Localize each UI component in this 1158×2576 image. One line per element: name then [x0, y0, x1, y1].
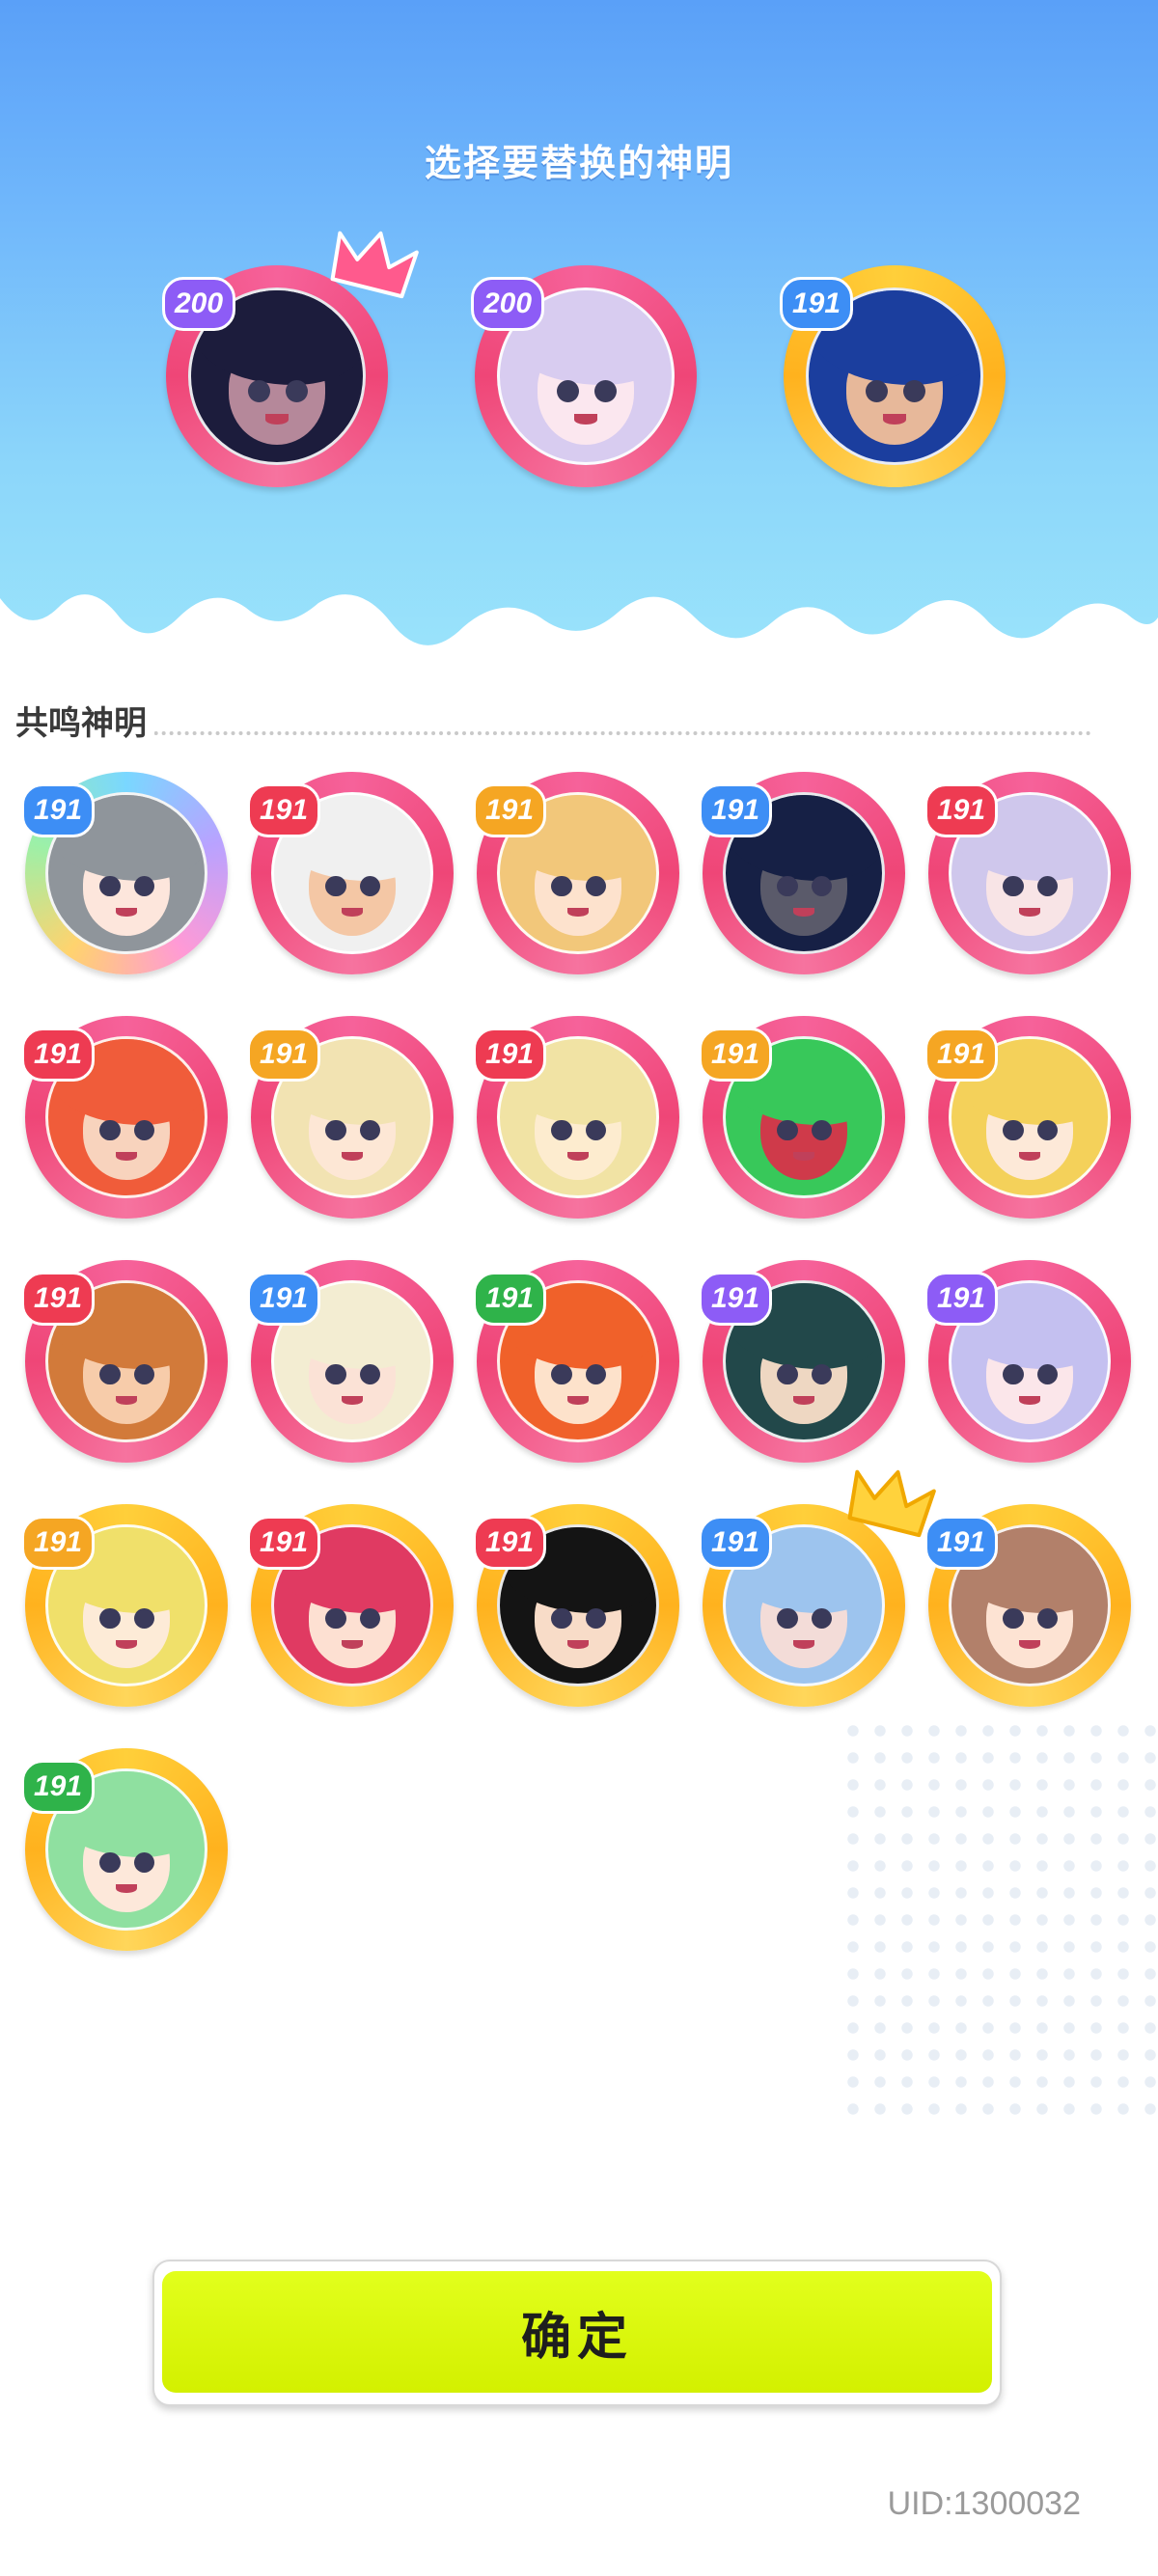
level-badge: 191: [21, 783, 95, 837]
god-avatar[interactable]: 191: [21, 772, 228, 974]
god-avatar[interactable]: 191: [247, 1504, 454, 1707]
god-avatar[interactable]: 200: [471, 265, 697, 487]
god-avatar[interactable]: 191: [247, 772, 454, 974]
god-avatar[interactable]: 191: [473, 1260, 679, 1463]
level-badge: 191: [699, 1028, 772, 1082]
level-badge: 191: [473, 1272, 546, 1326]
confirm-button[interactable]: 确定: [162, 2271, 992, 2393]
god-avatar[interactable]: 191: [699, 1016, 905, 1219]
god-avatar[interactable]: 191: [21, 1260, 228, 1463]
level-badge: 191: [699, 783, 772, 837]
god-avatar[interactable]: 191: [924, 1504, 1131, 1707]
section-title: 共鸣神明: [15, 697, 154, 744]
level-badge: 191: [924, 1028, 998, 1082]
level-badge: 200: [162, 277, 235, 331]
level-badge: 191: [247, 783, 320, 837]
selected-gods-row: 200 200 191: [0, 231, 1158, 535]
god-avatar[interactable]: 191: [473, 1016, 679, 1219]
level-badge: 191: [924, 783, 998, 837]
level-badge: 191: [247, 1272, 320, 1326]
god-avatar[interactable]: 191: [473, 1504, 679, 1707]
level-badge: 191: [699, 1272, 772, 1326]
level-badge: 191: [21, 1028, 95, 1082]
god-avatar[interactable]: 191: [780, 265, 1006, 487]
god-avatar[interactable]: 191: [247, 1016, 454, 1219]
level-badge: 191: [473, 1028, 546, 1082]
level-badge: 191: [247, 1028, 320, 1082]
god-avatar[interactable]: 191: [21, 1748, 228, 1951]
level-badge: 191: [21, 1516, 95, 1570]
section-divider: [15, 731, 1091, 735]
user-id: UID:1300032: [887, 2485, 1081, 2522]
god-avatar[interactable]: 191: [247, 1260, 454, 1463]
god-avatar[interactable]: 200: [162, 231, 419, 487]
level-badge: 191: [21, 1272, 95, 1326]
confirm-button-label: 确定: [520, 2308, 633, 2367]
level-badge: 191: [473, 1516, 546, 1570]
level-badge: 191: [247, 1516, 320, 1570]
god-avatar[interactable]: 191: [924, 1016, 1131, 1219]
god-avatar[interactable]: 191: [21, 1016, 228, 1219]
level-badge: 200: [471, 277, 544, 331]
level-badge: 191: [473, 783, 546, 837]
god-avatar[interactable]: 191: [699, 772, 905, 974]
level-badge: 191: [699, 1516, 772, 1570]
god-avatar[interactable]: 191: [473, 772, 679, 974]
god-avatar[interactable]: 191: [924, 1260, 1131, 1463]
level-badge: 191: [924, 1516, 998, 1570]
god-avatar[interactable]: 191: [699, 1260, 905, 1463]
confirm-button-frame: 确定: [152, 2260, 1002, 2406]
level-badge: 191: [924, 1272, 998, 1326]
level-badge: 191: [780, 277, 853, 331]
drip-edge-decoration: [0, 594, 1158, 666]
god-avatar[interactable]: 191: [699, 1469, 936, 1707]
god-avatar[interactable]: 191: [924, 772, 1131, 974]
level-badge: 191: [21, 1760, 95, 1814]
page-title: 选择要替换的神明: [424, 142, 733, 184]
dot-pattern-decoration: [840, 1717, 1158, 2123]
god-avatar[interactable]: 191: [21, 1504, 228, 1707]
